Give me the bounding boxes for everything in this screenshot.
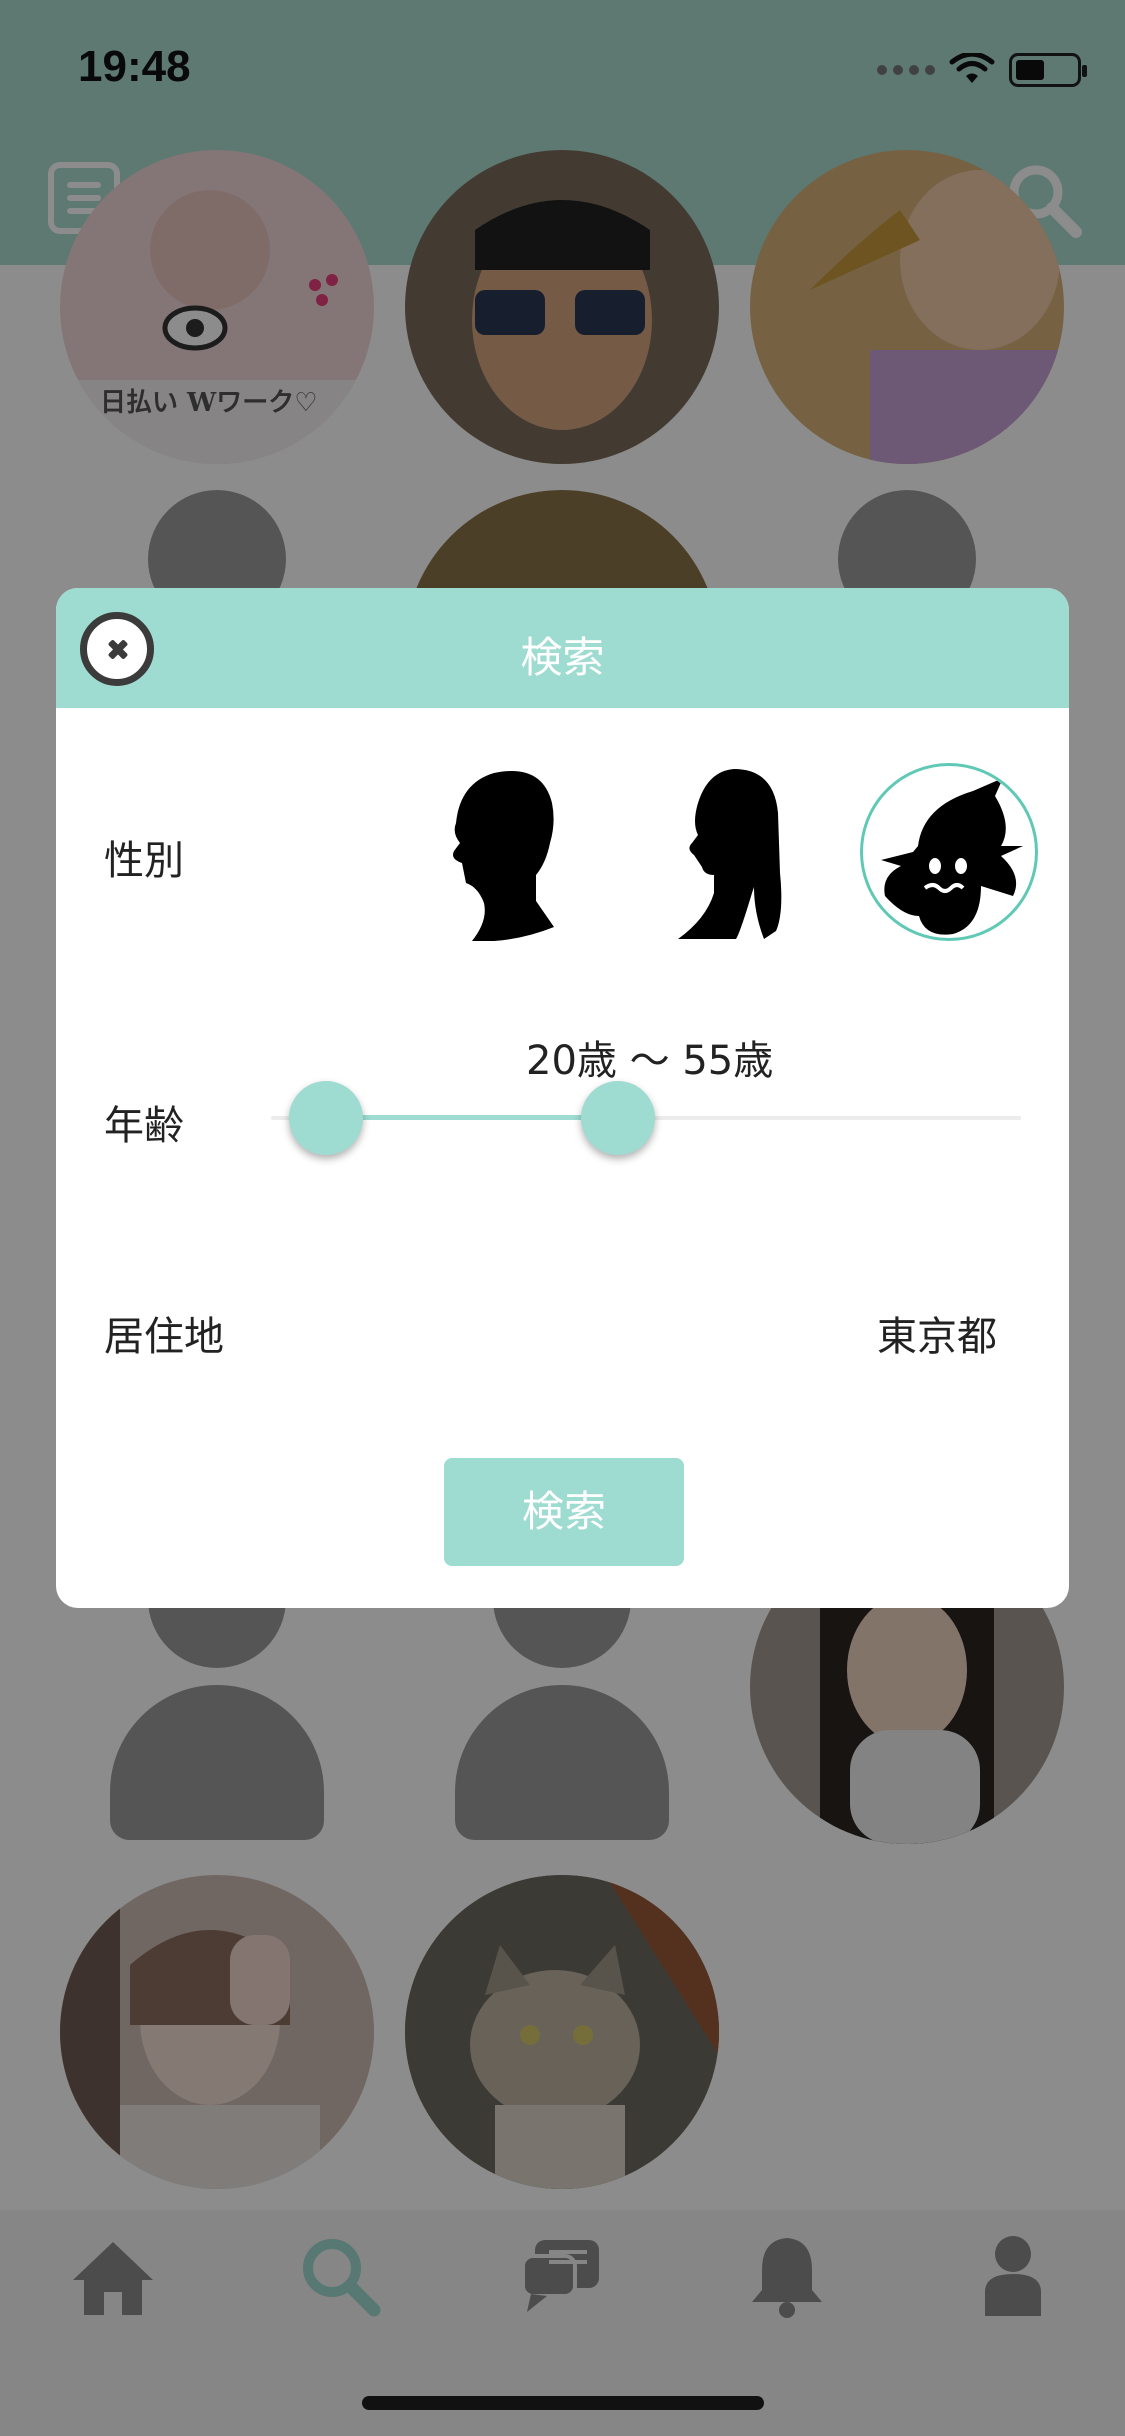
- age-slider-max-handle[interactable]: [581, 1081, 655, 1155]
- age-range-value: 20歳 〜 55歳: [526, 1038, 774, 1084]
- other-gender-option[interactable]: [860, 763, 1038, 941]
- age-slider-min-handle[interactable]: [289, 1081, 363, 1155]
- residence-value[interactable]: 東京都: [877, 1304, 997, 1362]
- modal-header: 検索: [56, 588, 1069, 708]
- search-button[interactable]: 検索: [444, 1458, 684, 1566]
- age-label: 年齢: [104, 1103, 184, 1149]
- ghost-witch-icon: [881, 778, 1023, 935]
- gender-label: 性別: [104, 838, 184, 884]
- male-silhouette-icon[interactable]: [432, 763, 582, 941]
- age-slider-range: [326, 1115, 618, 1120]
- search-modal: 検索 性別 年齢 20歳 〜 55歳 居住地 東京都 検索: [56, 588, 1069, 1608]
- home-indicator: [362, 2396, 764, 2410]
- female-silhouette-icon[interactable]: [656, 763, 806, 941]
- residence-label: 居住地: [104, 1314, 224, 1360]
- modal-title: 検索: [520, 633, 605, 682]
